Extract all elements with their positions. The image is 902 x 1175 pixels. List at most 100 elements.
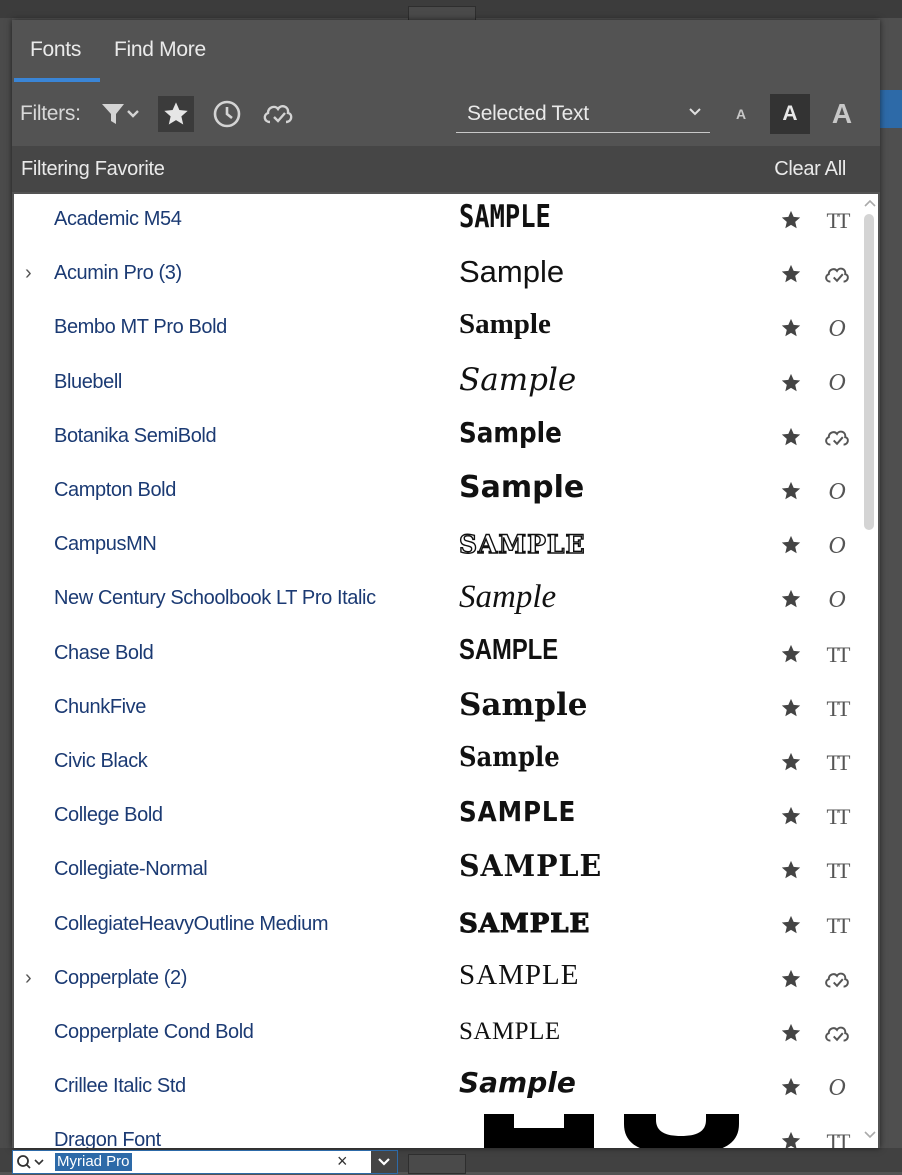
font-name: Bluebell [54, 370, 122, 393]
font-list-scrollbar[interactable] [860, 194, 878, 1148]
favorite-star-icon[interactable] [780, 588, 802, 615]
tt-icon: TT [822, 750, 852, 776]
favorite-star-icon[interactable] [780, 859, 802, 886]
font-picker-panel: Fonts Find More Filters: Selected Text A… [12, 20, 880, 1148]
favorite-star-icon[interactable] [780, 426, 802, 453]
opentype-icon: O [822, 316, 852, 342]
clear-search-icon[interactable]: × [337, 1151, 348, 1172]
tt-icon: TT [822, 804, 852, 830]
font-row[interactable]: Crillee Italic Std Sample O [14, 1061, 858, 1115]
favorite-star-icon[interactable] [780, 209, 802, 236]
opentype-icon-glyph: O [828, 370, 846, 397]
font-sample-preview: SAMPLE [458, 908, 591, 939]
font-name: Botanika SemiBold [54, 424, 217, 447]
font-name: Dragon Font [54, 1129, 161, 1148]
opentype-icon-glyph: O [828, 315, 846, 342]
star-filter-icon[interactable] [158, 96, 194, 132]
font-name: Chase Bold [54, 641, 154, 664]
scroll-thumb[interactable] [864, 214, 874, 530]
favorite-star-icon[interactable] [780, 372, 802, 399]
favorite-star-icon[interactable] [780, 1076, 802, 1103]
favorite-star-icon[interactable] [780, 643, 802, 670]
font-sample-preview: SAMPLE [459, 633, 559, 666]
font-row[interactable]: Chase Bold SAMPLE TT [14, 628, 858, 682]
active-tab-indicator [14, 78, 100, 82]
font-row[interactable]: Campton Bold Sample O [14, 465, 858, 519]
font-row[interactable]: CollegiateHeavyOutline Medium SAMPLE TT [14, 899, 858, 953]
tt-icon-glyph: TT [826, 695, 851, 721]
preview-size-medium-button[interactable]: A [770, 94, 810, 134]
font-row[interactable]: Copperplate Cond Bold SAMPLE [14, 1007, 858, 1061]
clear-all-button[interactable]: Clear All [774, 158, 846, 181]
expand-chevron-icon[interactable]: › [25, 262, 32, 285]
font-row[interactable]: › Copperplate (2) SAMPLE [14, 953, 858, 1007]
favorite-star-icon[interactable] [780, 1130, 802, 1148]
favorite-star-icon[interactable] [780, 751, 802, 778]
expand-chevron-icon[interactable]: › [25, 967, 32, 990]
tt-icon: TT [822, 696, 852, 722]
scroll-down-icon[interactable] [864, 1130, 876, 1140]
font-row[interactable]: Bluebell Sample O [14, 357, 858, 411]
tt-icon-glyph: TT [826, 1129, 851, 1148]
opentype-icon: O [822, 370, 852, 397]
preview-size-large-button[interactable]: A [822, 94, 862, 134]
tt-icon-glyph: TT [826, 858, 851, 884]
tt-icon-glyph: TT [826, 750, 851, 775]
preview-size-small-button[interactable]: A [728, 94, 754, 134]
filter-dropdown-icon[interactable] [98, 96, 144, 132]
font-row[interactable]: Botanika SemiBold Sample [14, 411, 858, 465]
favorite-star-icon[interactable] [780, 914, 802, 941]
font-row[interactable]: Academic M54 SAMPLE TT [14, 194, 858, 248]
preview-text-select[interactable]: Selected Text [456, 96, 710, 133]
filtering-status-bar: Filtering Favorite Clear All [12, 146, 880, 192]
cloud-icon [822, 262, 852, 288]
font-name: Academic M54 [54, 208, 182, 230]
font-sample-preview: SAMPLE [459, 958, 580, 991]
recent-clock-icon[interactable] [209, 96, 245, 132]
tab-fonts[interactable]: Fonts [30, 38, 81, 62]
scroll-up-icon[interactable] [864, 198, 876, 208]
filtering-status-text: Filtering Favorite [21, 158, 165, 180]
font-name: Collegiate-Normal [54, 858, 208, 881]
favorite-star-icon[interactable] [780, 263, 802, 290]
font-search-dropdown-button[interactable] [371, 1151, 397, 1173]
font-name: College Bold [54, 804, 163, 827]
font-sample-preview: SAMPLE [459, 849, 603, 885]
font-sample-preview: SAMPLE [459, 795, 577, 829]
font-search-field[interactable]: Myriad Pro × [12, 1150, 398, 1174]
tab-find-more[interactable]: Find More [114, 38, 206, 62]
font-row[interactable]: ChunkFive Sample TT [14, 682, 858, 736]
font-row[interactable]: › Acumin Pro (3) Sample [14, 248, 858, 302]
tt-icon-glyph: TT [826, 912, 851, 938]
favorite-star-icon[interactable] [780, 805, 802, 832]
font-name: CampusMN [54, 533, 157, 556]
font-row[interactable]: College Bold SAMPLE TT [14, 790, 858, 844]
font-sample-preview: Sample [459, 308, 551, 341]
app-selection-highlight [880, 90, 902, 128]
font-row[interactable]: Bembo MT Pro Bold Sample O [14, 302, 858, 356]
cloud-activated-icon[interactable] [260, 96, 296, 132]
favorite-star-icon[interactable] [780, 534, 802, 561]
font-name: Civic Black [54, 750, 148, 772]
favorite-star-icon[interactable] [780, 1022, 802, 1049]
font-name: Copperplate (2) [54, 966, 187, 989]
font-sample-preview: SAMPLE [459, 199, 551, 235]
favorite-star-icon[interactable] [780, 697, 802, 724]
favorite-star-icon[interactable] [780, 317, 802, 344]
font-name: Acumin Pro (3) [54, 262, 182, 285]
font-row[interactable]: CampusMN SAMPLE O [14, 519, 858, 573]
app-left-edge [0, 18, 12, 1172]
font-search-input[interactable]: Myriad Pro [55, 1153, 132, 1171]
app-right-edge [880, 18, 902, 1172]
tt-icon-glyph: TT [826, 208, 851, 233]
font-sample-preview: Sample [459, 742, 560, 773]
tt-icon: TT [822, 1129, 852, 1148]
font-row[interactable]: New Century Schoolbook LT Pro Italic Samp… [14, 573, 858, 627]
font-name: Copperplate Cond Bold [54, 1021, 254, 1043]
cloud-icon [822, 967, 852, 993]
font-row[interactable]: Collegiate-Normal SAMPLE TT [14, 844, 858, 898]
font-row[interactable]: Civic Black Sample TT [14, 736, 858, 790]
favorite-star-icon[interactable] [780, 968, 802, 995]
filters-label: Filters: [20, 102, 81, 125]
favorite-star-icon[interactable] [780, 480, 802, 507]
